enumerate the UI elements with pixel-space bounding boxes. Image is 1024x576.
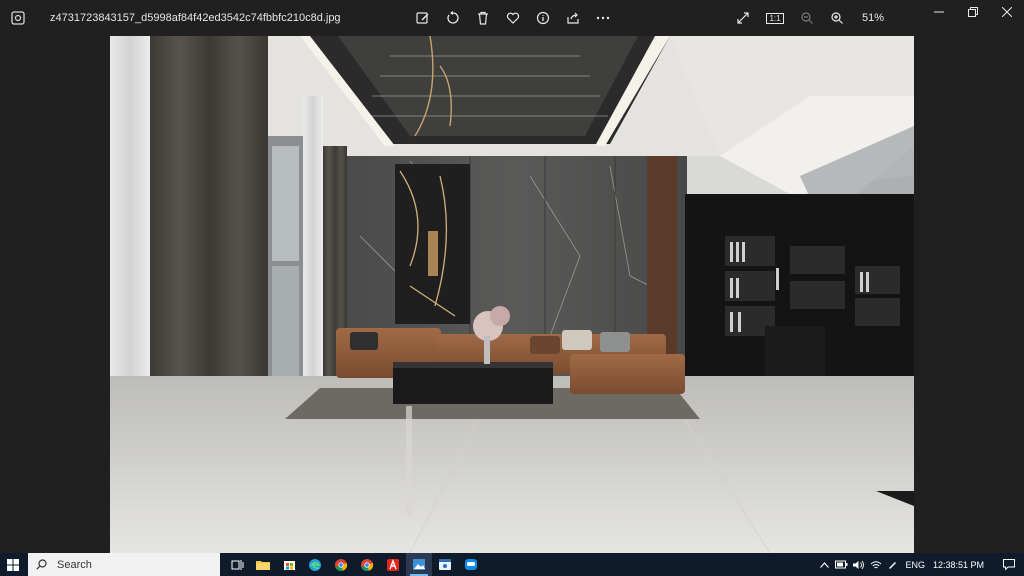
store-icon[interactable]: [276, 553, 302, 576]
edge-icon[interactable]: [302, 553, 328, 576]
view-controls: 1:1 51%: [734, 9, 884, 27]
minimize-icon[interactable]: [922, 0, 956, 24]
close-icon[interactable]: [990, 0, 1024, 24]
rotate-icon[interactable]: [444, 9, 462, 27]
photos-app-icon: [8, 8, 28, 28]
fullscreen-icon[interactable]: [734, 9, 752, 27]
more-icon[interactable]: [594, 9, 612, 27]
taskbar: Search ENG 12:38:51 PM: [0, 553, 1024, 576]
windows-start-icon[interactable]: [0, 553, 26, 576]
favorite-icon[interactable]: [504, 9, 522, 27]
zoom-level: 51%: [862, 12, 885, 24]
system-tray: ENG 12:38:51 PM: [816, 553, 1024, 576]
zoom-out-icon[interactable]: [798, 9, 816, 27]
search-placeholder: Search: [57, 558, 92, 571]
pen-workspace-icon[interactable]: [884, 559, 901, 570]
title-bar: z4731723843157_d5998af84f42ed3542c74fbbf…: [0, 0, 1024, 36]
info-icon[interactable]: [534, 9, 552, 27]
wifi-icon[interactable]: [867, 560, 884, 570]
displayed-image[interactable]: [110, 36, 914, 553]
battery-icon[interactable]: [833, 560, 850, 569]
input-language[interactable]: ENG: [905, 560, 925, 570]
share-icon[interactable]: [564, 9, 582, 27]
app-window-icon[interactable]: [432, 553, 458, 576]
volume-icon[interactable]: [850, 560, 867, 570]
delete-icon[interactable]: [474, 9, 492, 27]
actual-size-label: 1:1: [766, 12, 784, 24]
task-view-icon[interactable]: [224, 553, 250, 576]
file-name: z4731723843157_d5998af84f42ed3542c74fbbf…: [50, 12, 341, 24]
chrome-profile-icon[interactable]: [354, 553, 380, 576]
edit-image-icon[interactable]: [414, 9, 432, 27]
file-explorer-icon[interactable]: [250, 553, 276, 576]
chrome-icon[interactable]: [328, 553, 354, 576]
image-toolbar: [414, 9, 612, 27]
taskbar-search-box[interactable]: Search: [28, 553, 220, 576]
acrobat-icon[interactable]: [380, 553, 406, 576]
notification-center-icon[interactable]: [994, 559, 1024, 570]
clock-time[interactable]: 12:38:51 PM: [933, 560, 984, 570]
photos-window: z4731723843157_d5998af84f42ed3542c74fbbf…: [0, 0, 1024, 553]
restore-icon[interactable]: [956, 0, 990, 24]
show-hidden-icons-chevron-icon[interactable]: [816, 561, 833, 568]
photos-app-taskbar-icon[interactable]: [406, 553, 432, 576]
taskbar-apps: [224, 553, 484, 576]
zalo-icon[interactable]: [458, 553, 484, 576]
search-icon: [36, 559, 47, 570]
zoom-in-icon[interactable]: [828, 9, 846, 27]
window-controls: [922, 0, 1024, 24]
actual-size-button[interactable]: 1:1: [764, 9, 786, 27]
